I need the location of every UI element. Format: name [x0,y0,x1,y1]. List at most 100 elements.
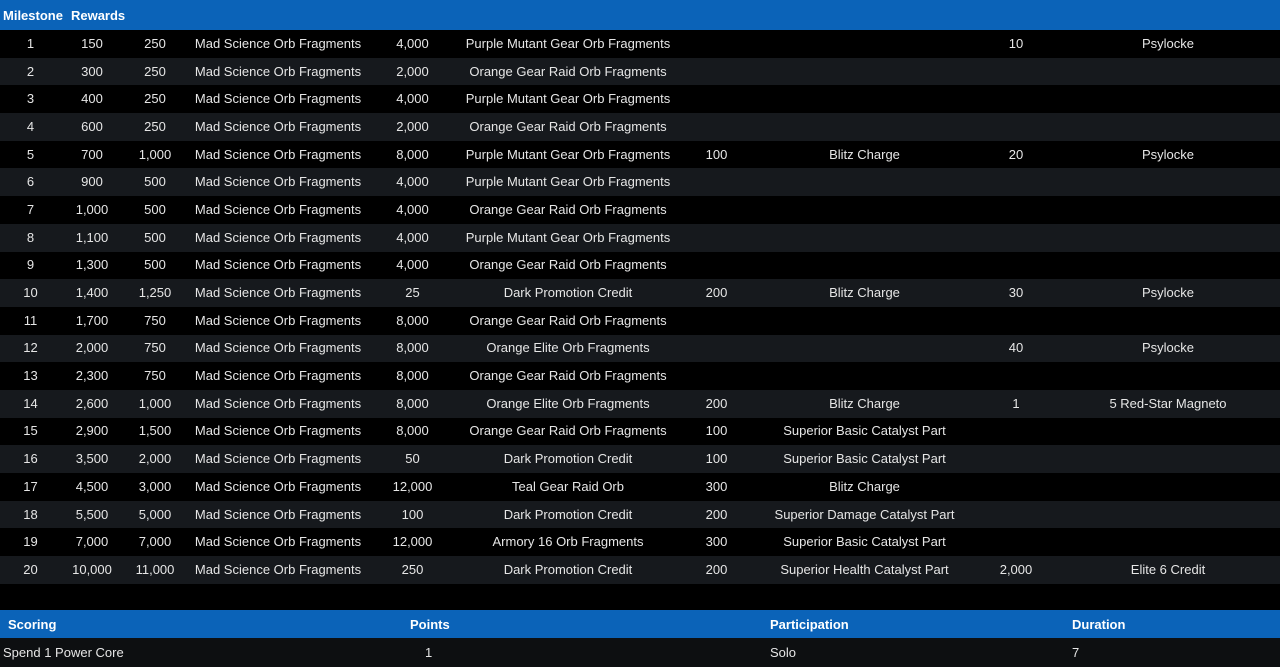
reward-3-qty [680,85,753,113]
reward-4-qty [976,252,1056,280]
reward-1-item: Mad Science Orb Fragments [194,340,362,356]
reward-4-qty [976,445,1056,473]
reward-2-qty: 12,000 [392,478,433,494]
reward-4-qty [976,85,1056,113]
reward-4-qty: 2,000 [999,561,1033,577]
reward-1-item: Mad Science Orb Fragments [194,257,362,273]
reward-3-qty: 200 [705,506,728,522]
reward-2-qty: 4,000 [396,174,429,190]
reward-2-item: Purple Mutant Gear Orb Fragments [465,35,671,51]
reward-2-item: Armory 16 Orb Fragments [492,534,644,550]
reward-1-item: Mad Science Orb Fragments [194,201,362,217]
reward-4-qty [976,473,1056,501]
milestone-header-bar: Milestone Rewards [0,0,1280,30]
reward-1-qty: 250 [144,35,166,51]
scoring-column-header: Scoring [8,616,57,632]
table-row: 4 600 250 Mad Science Orb Fragments 2,000 Ora… [0,113,1280,141]
milestone-points: 2,000 [75,340,109,356]
table-row: 11 1,700 750 Mad Science Orb Fragments 8,000… [0,306,1280,335]
reward-1-qty: 5,000 [138,506,172,522]
reward-4-qty: 40 [1008,340,1024,356]
reward-2-item: Orange Gear Raid Orb Fragments [469,368,667,384]
reward-3-item: Superior Health Catalyst Part [780,561,949,577]
milestone-number: 20 [23,561,38,577]
milestone-number: 7 [26,201,35,217]
milestone-rewards-table: 1 150 250 Mad Science Orb Fragments 4,000 Pur… [0,30,1280,584]
reward-2-item: Purple Mutant Gear Orb Fragments [465,174,671,190]
reward-2-qty: 25 [405,285,420,301]
table-row: 12 2,000 750 Mad Science Orb Fragments 8,000… [0,334,1280,363]
milestone-column-header: Milestone [3,7,63,23]
reward-1-item: Mad Science Orb Fragments [194,63,362,79]
reward-4-item [1056,528,1280,556]
reward-3-item [753,168,976,196]
participation-column-header: Participation [770,616,849,632]
reward-2-qty: 4,000 [396,91,429,107]
reward-4-item [1056,113,1280,141]
reward-1-item: Mad Science Orb Fragments [194,118,362,134]
reward-2-item: Dark Promotion Credit [503,561,633,577]
milestone-number: 16 [23,451,38,467]
reward-1-qty: 2,000 [138,451,172,467]
table-row: 3 400 250 Mad Science Orb Fragments 4,000 Pur… [0,85,1280,114]
reward-4-qty [976,528,1056,556]
reward-2-qty: 12,000 [392,534,433,550]
reward-4-qty: 20 [1008,146,1024,162]
reward-4-qty [976,501,1056,529]
reward-3-qty: 300 [705,534,728,550]
reward-3-item: Blitz Charge [829,478,900,494]
table-row: 1 150 250 Mad Science Orb Fragments 4,000 Pur… [0,30,1280,58]
reward-4-item: Elite 6 Credit [1130,561,1206,577]
scoring-points: 1 [425,645,433,660]
duration-column-header: Duration [1072,616,1126,632]
scoring-row: Spend 1 Power Core 1 Solo 7 [0,638,1280,667]
table-row: 14 2,600 1,000 Mad Science Orb Fragments 8,0… [0,389,1280,418]
reward-3-item [753,196,976,224]
reward-2-qty: 8,000 [396,368,429,384]
reward-2-item: Orange Gear Raid Orb Fragments [469,118,667,134]
milestone-number: 11 [23,312,38,328]
reward-2-qty: 8,000 [396,312,429,328]
milestone-number: 13 [23,368,38,384]
milestone-number: 1 [26,35,35,51]
reward-3-qty [680,307,753,335]
reward-3-item [753,30,976,58]
reward-3-qty [680,196,753,224]
reward-1-item: Mad Science Orb Fragments [194,35,362,51]
reward-3-item [753,362,976,390]
reward-1-qty: 500 [144,257,166,273]
reward-1-qty: 750 [144,312,166,328]
reward-3-item: Blitz Charge [829,285,900,301]
reward-2-item: Orange Gear Raid Orb Fragments [469,257,667,273]
reward-1-qty: 1,000 [138,146,172,162]
milestone-number: 3 [26,91,35,107]
table-row: 18 5,500 5,000 Mad Science Orb Fragments 100… [0,500,1280,529]
reward-4-item [1056,252,1280,280]
table-row: 17 4,500 3,000 Mad Science Orb Fragments 12,… [0,473,1280,501]
scoring-participation: Solo [770,645,797,660]
milestone-points: 10,000 [72,561,112,577]
reward-4-item [1056,445,1280,473]
reward-4-qty [976,168,1056,196]
reward-4-item: 5 Red-Star Magneto [1109,395,1227,411]
milestone-points: 1,000 [75,201,109,217]
reward-2-item: Purple Mutant Gear Orb Fragments [465,146,671,162]
reward-4-qty [976,418,1056,446]
reward-3-qty [680,58,753,86]
milestone-points: 1,700 [75,312,109,328]
reward-2-qty: 2,000 [396,118,429,134]
reward-1-qty: 3,000 [138,478,172,494]
milestone-number: 8 [26,229,35,245]
milestone-points: 2,900 [75,423,109,439]
reward-4-item [1056,85,1280,113]
reward-2-item: Dark Promotion Credit [503,506,633,522]
reward-1-item: Mad Science Orb Fragments [194,395,362,411]
reward-4-item: Psylocke [1141,35,1195,51]
reward-3-qty [680,168,753,196]
reward-3-item [753,252,976,280]
reward-3-qty [680,335,753,363]
reward-4-item: Psylocke [1141,146,1195,162]
reward-1-item: Mad Science Orb Fragments [194,285,362,301]
reward-4-qty: 10 [1008,35,1024,51]
reward-2-item: Purple Mutant Gear Orb Fragments [465,91,671,107]
